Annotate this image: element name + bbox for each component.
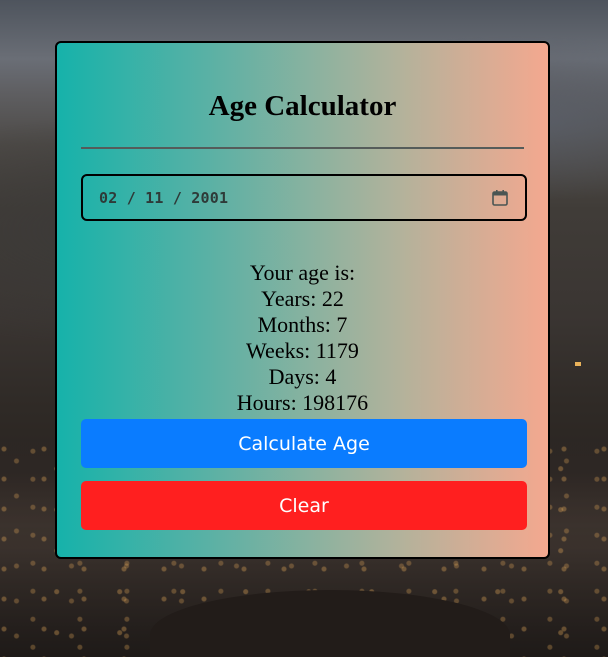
page-title: Age Calculator [208, 90, 397, 122]
background-light [575, 362, 581, 366]
result-hours: Hours: 198176 [236, 390, 369, 415]
birthdate-input[interactable]: 02 / 11 / 2001 [81, 174, 527, 221]
clear-button[interactable]: Clear [81, 481, 527, 530]
title-divider [81, 147, 524, 149]
calendar-icon[interactable] [491, 189, 509, 207]
result-months: Months: 7 [257, 312, 348, 337]
age-calculator-card: Age Calculator 02 / 11 / 2001 Your age i… [55, 41, 550, 559]
result-days: Days: 4 [268, 364, 337, 389]
result-weeks: Weeks: 1179 [246, 338, 359, 363]
result-years: Years: 22 [261, 286, 344, 311]
calculate-age-button[interactable]: Calculate Age [81, 419, 527, 468]
result-heading: Your age is: [249, 260, 356, 285]
birthdate-value[interactable]: 02 / 11 / 2001 [99, 189, 228, 207]
age-result: Your age is: Years: 22 Months: 7 Weeks: … [57, 260, 548, 416]
